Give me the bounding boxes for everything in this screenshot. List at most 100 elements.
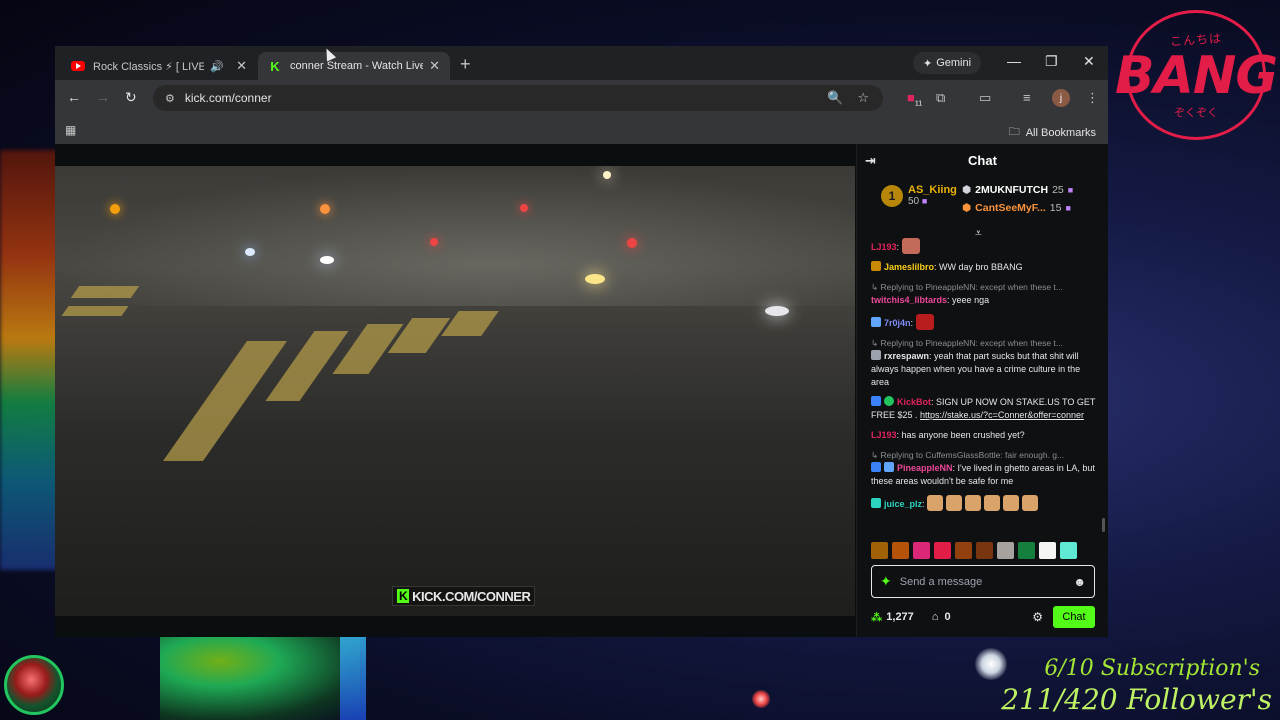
tab-conner-stream[interactable]: K conner Stream - Watch Live on ✕ xyxy=(258,52,450,80)
back-button[interactable]: ← xyxy=(67,89,81,105)
traffic-light xyxy=(430,238,438,246)
emote-button[interactable] xyxy=(934,542,951,559)
leaderboard-name: CantSeeMyF... xyxy=(975,202,1046,214)
chat-username[interactable]: rxrespawn xyxy=(884,351,929,361)
profile-avatar[interactable]: j xyxy=(1052,89,1070,107)
chat-input-box[interactable]: ✦ ☻ xyxy=(871,565,1095,598)
emote-button[interactable] xyxy=(1060,542,1077,559)
mic-icon xyxy=(4,655,64,715)
car-headlight xyxy=(245,248,255,256)
address-bar[interactable]: ⚙ kick.com/conner 🔍 ☆ xyxy=(153,85,883,111)
chat-link[interactable]: https://stake.us/?c=Conner&offer=conner xyxy=(920,410,1084,420)
restore-button[interactable]: ❐ xyxy=(1045,53,1058,70)
speaker-icon[interactable]: 🔊 xyxy=(210,60,224,73)
leaderboard-first[interactable]: 1 AS_Kiing 50 ■ xyxy=(881,184,957,207)
reload-button[interactable]: ↻ xyxy=(125,89,137,106)
chat-username[interactable]: LJ193 xyxy=(871,242,897,252)
chat-username[interactable]: juice_plz xyxy=(884,499,922,509)
site-info-icon[interactable]: ⚙ xyxy=(165,92,175,105)
chat-username[interactable]: KickBot xyxy=(897,397,931,407)
emote-button[interactable] xyxy=(892,542,909,559)
bookmark-star-icon[interactable]: ☆ xyxy=(857,90,869,106)
chat-message-input[interactable] xyxy=(899,575,1074,588)
car-headlight xyxy=(765,306,789,316)
chat-message: ↳ Replying to PineappleNN: except when t… xyxy=(871,281,1097,307)
channel-points-value: 1,277 xyxy=(886,611,914,623)
leaderboard-points: 25 xyxy=(1052,184,1064,196)
quick-emote-bar xyxy=(871,542,1077,559)
media-control-icon[interactable]: ≡ xyxy=(1023,90,1031,105)
sub-badge-icon xyxy=(871,317,881,327)
watermark-text: KICK.COM/CONNER xyxy=(412,588,531,604)
close-tab-icon[interactable]: ✕ xyxy=(429,58,440,74)
new-tab-button[interactable]: + xyxy=(460,54,471,75)
emoji-icon[interactable]: ☻ xyxy=(1073,575,1086,589)
tab-rock-classics[interactable]: Rock Classics ⚡ [ LIVE ] Tin 🔊 ✕ xyxy=(61,52,257,80)
bang-logo-text: BANG xyxy=(1114,45,1278,106)
red-light xyxy=(752,690,770,708)
crosswalk-stripe xyxy=(61,306,129,316)
chat-settings-icon[interactable]: ⚙ xyxy=(1032,610,1043,624)
chat-title: Chat xyxy=(968,152,997,168)
all-bookmarks-button[interactable]: 🗀 All Bookmarks xyxy=(1009,123,1096,142)
gemini-label: Gemini xyxy=(936,57,972,69)
reply-context[interactable]: ↳ Replying to PineappleNN: except when t… xyxy=(871,281,1097,294)
verified-badge-icon xyxy=(884,396,894,406)
leaderboard-points: 15 xyxy=(1049,202,1062,214)
emote-button[interactable] xyxy=(1039,542,1056,559)
store-icon: ⌂ xyxy=(931,611,939,623)
chat-username[interactable]: Jameslilbro xyxy=(884,262,934,272)
leaderboard-second[interactable]: ⬢ 2MUKNFUTCH 25 ■ xyxy=(962,184,1073,196)
close-tab-icon[interactable]: ✕ xyxy=(236,58,247,74)
chat-footer: ⁂ 1,277 ⌂ 0 ⚙ Chat xyxy=(871,606,1095,628)
chat-message: ↳ Replying to PineappleNN: except when t… xyxy=(871,337,1097,389)
emote-button[interactable] xyxy=(1018,542,1035,559)
close-window-button[interactable]: ✕ xyxy=(1083,53,1095,70)
channel-points[interactable]: ⁂ 1,277 xyxy=(871,611,914,624)
crosswalk-stripe xyxy=(441,311,499,336)
chat-username[interactable]: twitchis4_libtards xyxy=(871,295,947,305)
sparkle-icon[interactable]: ✦ xyxy=(880,573,892,590)
extensions-icon[interactable]: ⧉ xyxy=(936,90,945,106)
chat-text: yeee nga xyxy=(952,295,990,305)
subscription-goal: 6/10 Subscription's xyxy=(1044,656,1260,681)
emote-image xyxy=(927,495,944,511)
menu-icon[interactable]: ⋮ xyxy=(1086,90,1099,106)
emote-button[interactable] xyxy=(955,542,972,559)
url-text[interactable]: kick.com/conner xyxy=(185,91,827,105)
store-button[interactable]: ⌂ 0 xyxy=(932,611,951,623)
minimize-button[interactable]: — xyxy=(1007,53,1021,69)
neon-tube-blue xyxy=(340,636,366,720)
sub-badge-icon xyxy=(871,462,881,472)
street-light xyxy=(320,204,330,214)
chat-message: LJ193: xyxy=(871,238,1097,254)
gift-icon: ■ xyxy=(921,196,928,206)
extension-badge-icon[interactable]: ■11 xyxy=(907,90,922,108)
folder-icon: 🗀 xyxy=(1008,126,1020,138)
sub-badge-icon xyxy=(871,498,881,508)
emote-button[interactable] xyxy=(997,542,1014,559)
send-chat-button[interactable]: Chat xyxy=(1053,606,1095,628)
collapse-chat-icon[interactable]: ⇥ xyxy=(865,153,876,169)
leaderboard-third[interactable]: ⬢ CantSeeMyF... 15 ■ xyxy=(962,202,1071,214)
reply-context[interactable]: ↳ Replying to PineappleNN: except when t… xyxy=(871,337,1097,350)
emote-button[interactable] xyxy=(913,542,930,559)
forward-button[interactable]: → xyxy=(96,89,110,105)
apps-grid-icon[interactable]: ▦ xyxy=(65,123,76,137)
chat-username[interactable]: 7r0j4n xyxy=(884,318,911,328)
kick-logo-icon: K xyxy=(397,589,410,603)
reply-context[interactable]: ↳ Replying to CuffemsGlassBottle: fair e… xyxy=(871,449,1097,462)
gift-leaderboard: 1 AS_Kiing 50 ■ ⬢ 2MUKNFUTCH 25 ■ ⬢ Cant… xyxy=(857,178,1108,234)
emote-button[interactable] xyxy=(976,542,993,559)
chat-scrollbar[interactable] xyxy=(1102,518,1105,532)
video-player[interactable]: K KICK.COM/CONNER xyxy=(55,166,855,616)
chat-username[interactable]: PineappleNN xyxy=(897,463,953,473)
cast-icon[interactable]: ▭ xyxy=(979,90,991,106)
gemini-button[interactable]: ✦ Gemini xyxy=(913,52,981,74)
neon-sign-left xyxy=(0,150,60,570)
shield-icon: ⬢ xyxy=(962,184,972,196)
emote-button[interactable] xyxy=(871,542,888,559)
zoom-icon[interactable]: 🔍 xyxy=(827,90,843,106)
bot-badge-icon xyxy=(871,396,881,406)
chat-username[interactable]: LJ193 xyxy=(871,430,897,440)
